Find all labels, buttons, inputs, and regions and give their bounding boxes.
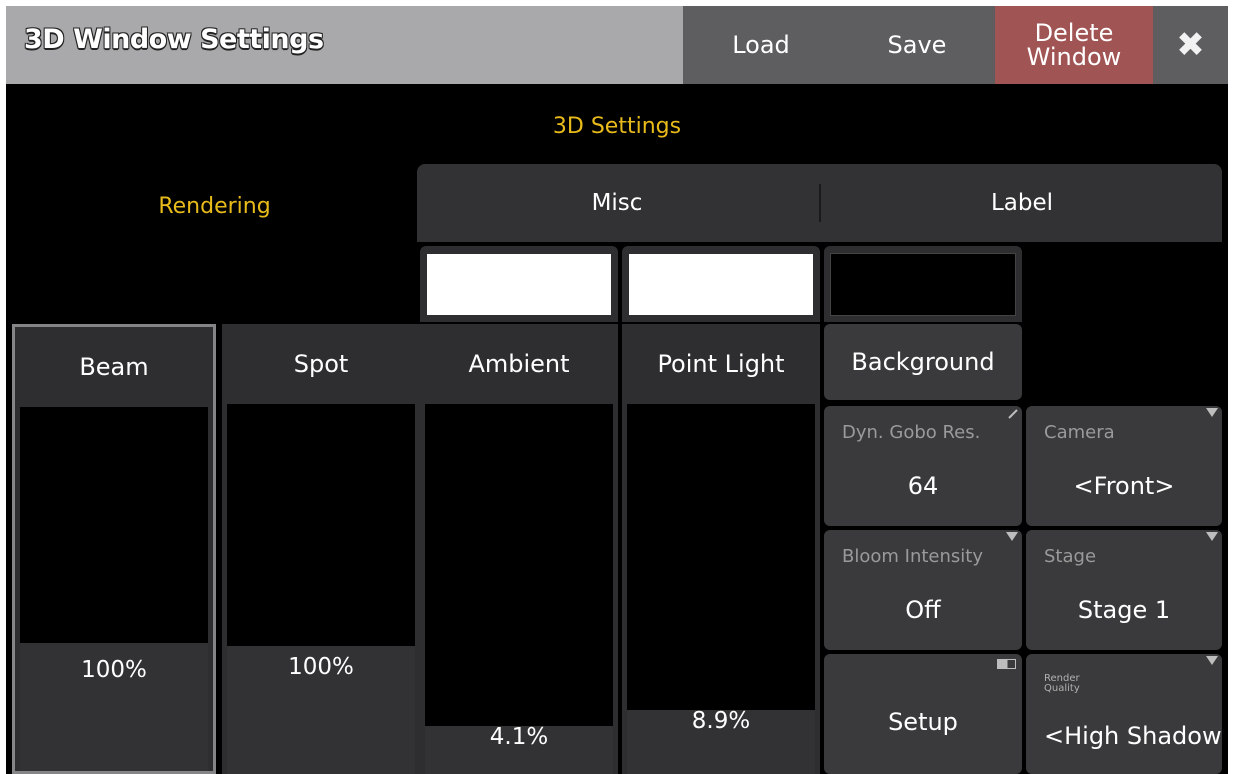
fader-label: Ambient	[468, 350, 570, 378]
tab-rendering[interactable]: Rendering	[12, 169, 417, 244]
bloom-intensity-label: Bloom Intensity	[842, 546, 983, 567]
fader-point-light[interactable]: Point Light 8.9%	[622, 324, 820, 774]
point-light-color-fill	[629, 254, 813, 315]
dropdown-icon	[1206, 532, 1218, 541]
ambient-color-swatch[interactable]	[420, 246, 618, 322]
dropdown-icon	[1206, 656, 1218, 665]
bloom-intensity-value: Off	[905, 596, 941, 624]
window-title: 3D Window Settings	[24, 24, 324, 55]
tab-divider	[819, 184, 821, 222]
fader-beam[interactable]: Beam 100%	[12, 324, 216, 774]
background-button[interactable]: Background	[824, 324, 1022, 400]
bloom-intensity-button[interactable]: Bloom Intensity Off	[824, 530, 1022, 650]
section-heading: 3D Settings	[552, 114, 682, 139]
tab-misc[interactable]: Misc	[417, 164, 817, 242]
background-color-swatch[interactable]	[824, 246, 1022, 322]
tab-label[interactable]: Label	[822, 164, 1222, 242]
tab-strip: Misc Label	[417, 164, 1222, 242]
camera-button[interactable]: Camera <Front>	[1026, 406, 1222, 526]
settings-content: 3D Settings Rendering Misc Label Beam 10…	[12, 84, 1222, 774]
background-color-fill	[830, 253, 1016, 316]
render-quality-button[interactable]: Render Quality <High Shadow	[1026, 654, 1222, 774]
point-light-color-swatch[interactable]	[622, 246, 820, 322]
stage-value: Stage 1	[1077, 596, 1171, 624]
dyn-gobo-res-button[interactable]: Dyn. Gobo Res. 64	[824, 406, 1022, 526]
fader-label: Beam	[79, 353, 149, 381]
stage-button[interactable]: Stage Stage 1	[1026, 530, 1222, 650]
delete-label-line2: Window	[1026, 43, 1122, 71]
background-label: Background	[851, 348, 995, 376]
fader-well	[20, 407, 208, 771]
fader-label: Point Light	[657, 350, 785, 378]
fader-value: 8.9%	[691, 708, 751, 734]
camera-value: <Front>	[1073, 472, 1175, 500]
load-button[interactable]: Load	[683, 6, 839, 84]
close-icon: ✖	[1176, 25, 1205, 65]
fader-value: 100%	[288, 654, 354, 680]
popup-indicator-icon	[997, 659, 1016, 669]
render-quality-value: <High Shadow	[1044, 722, 1222, 750]
settings-window: 3D Window Settings Load Save Delete Wind…	[6, 6, 1228, 774]
edit-corner-icon	[1008, 409, 1018, 419]
render-quality-label: Render Quality	[1044, 674, 1080, 694]
title-bar: 3D Window Settings Load Save Delete Wind…	[6, 6, 1228, 84]
setup-label: Setup	[888, 708, 958, 736]
dropdown-icon	[1206, 408, 1218, 417]
delete-window-button[interactable]: Delete Window	[995, 6, 1153, 84]
close-button[interactable]: ✖	[1153, 6, 1228, 84]
fader-spot[interactable]: Spot 100%	[222, 324, 420, 774]
fader-well	[227, 404, 415, 774]
save-button[interactable]: Save	[839, 6, 995, 84]
dyn-gobo-res-value: 64	[907, 472, 939, 500]
fader-label: Spot	[293, 350, 349, 378]
setup-button[interactable]: Setup	[824, 654, 1022, 774]
ambient-color-fill	[427, 254, 611, 315]
fader-value: 4.1%	[489, 724, 549, 750]
fader-ambient[interactable]: Ambient 4.1%	[420, 324, 618, 774]
dyn-gobo-res-label: Dyn. Gobo Res.	[842, 422, 981, 443]
camera-label: Camera	[1044, 422, 1115, 443]
fader-well	[425, 404, 613, 774]
render-quality-label-line2: Quality	[1044, 683, 1080, 694]
delete-label-line1: Delete	[1034, 19, 1114, 47]
stage-label: Stage	[1044, 546, 1097, 567]
dropdown-icon	[1006, 532, 1018, 541]
fader-value: 100%	[81, 657, 147, 683]
